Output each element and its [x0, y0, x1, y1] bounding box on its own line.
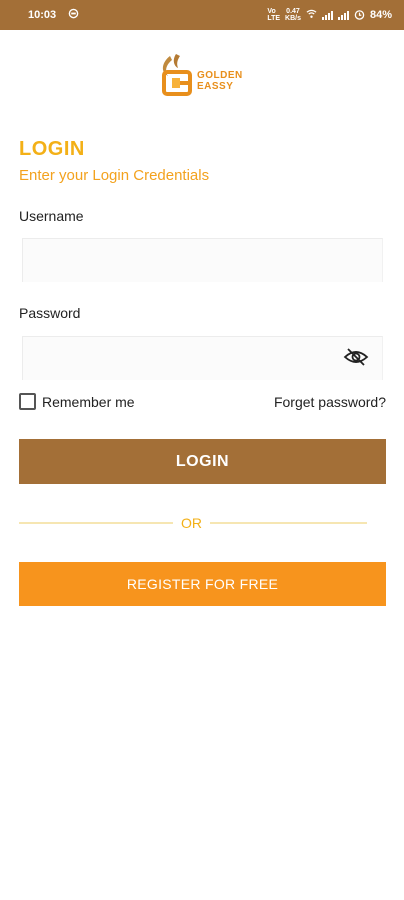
forgot-password-link[interactable]: Forget password?: [274, 394, 386, 410]
network-speed: 0.47 KB/s: [285, 8, 301, 22]
password-label: Password: [19, 305, 81, 321]
golden-eassy-logo: GOLDEN EASSY: [150, 52, 260, 98]
remember-me-label: Remember me: [42, 393, 135, 410]
logo-text-line1: GOLDEN: [197, 70, 243, 81]
status-bar: 10:03 Vo LTE 0.47 KB/s 84%: [0, 0, 404, 30]
signal-icon: [337, 10, 349, 20]
logo-text-line2: EASSY: [197, 81, 234, 92]
remember-me-toggle[interactable]: Remember me: [19, 393, 135, 410]
status-time: 10:03: [28, 9, 57, 21]
sync-icon: [68, 8, 79, 22]
username-input[interactable]: [22, 238, 383, 282]
or-text: OR: [181, 515, 202, 531]
register-button[interactable]: REGISTER FOR FREE: [19, 562, 386, 606]
logo-icon: [162, 54, 192, 96]
login-button[interactable]: LOGIN: [19, 439, 386, 484]
signal-icon: [321, 10, 333, 20]
checkbox-icon[interactable]: [19, 393, 36, 410]
network-type-icon: Vo LTE: [267, 8, 281, 22]
page-title: LOGIN: [19, 138, 85, 160]
username-label: Username: [19, 208, 84, 224]
or-divider: OR: [19, 513, 367, 533]
divider-line: [19, 522, 173, 524]
divider-line: [210, 522, 367, 524]
alarm-icon: [354, 9, 365, 22]
eye-slash-icon[interactable]: [343, 347, 369, 367]
password-input[interactable]: [22, 336, 383, 380]
page-subtitle: Enter your Login Credentials: [19, 167, 210, 184]
wifi-icon: [306, 9, 317, 21]
battery-level: 84%: [369, 9, 392, 21]
